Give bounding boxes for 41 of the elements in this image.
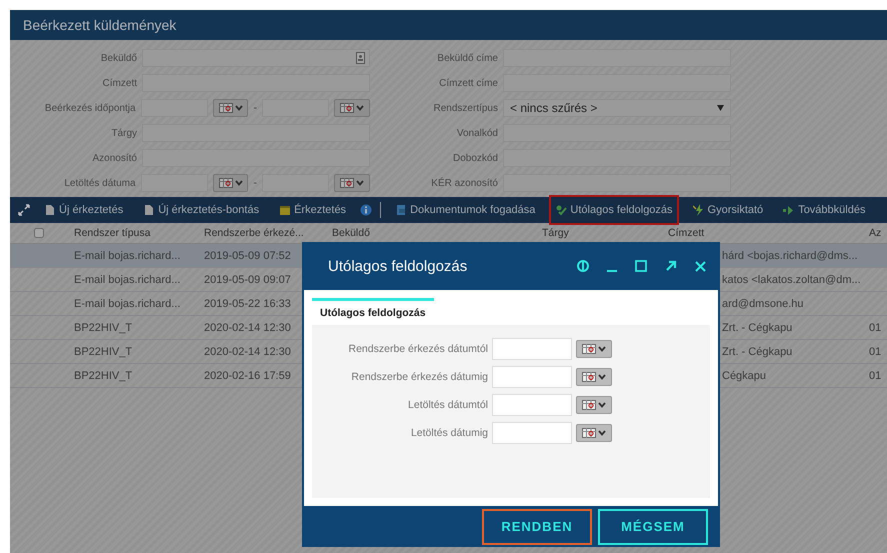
- table-cell-text: 2019-05-09 09:07: [203, 274, 292, 286]
- field-label: KÉR azonosító: [430, 178, 498, 188]
- table-cell-text: E-mail bojas.richard...: [73, 250, 182, 262]
- field-label: Rendszerbe érkezés dátumig: [350, 371, 488, 383]
- table-cell-text: 2019-05-09 07:52: [203, 250, 292, 262]
- window-title: Beérkezett küldemények: [23, 17, 176, 33]
- table-cell-text: 01: [868, 322, 882, 334]
- field-label: Tárgy: [110, 128, 137, 138]
- table-cell-text: BP22HIV_T: [73, 322, 134, 334]
- table-cell-text: 2020-02-16 17:59: [203, 370, 292, 382]
- table-cell-text: BP22HIV_T: [73, 346, 134, 358]
- table-cell-text: 2019-05-22 16:33: [203, 298, 292, 310]
- range-separator: -: [253, 102, 258, 114]
- field-label: Dobozkód: [452, 152, 498, 164]
- field-label: Beküldő címe: [436, 52, 498, 64]
- table-cell-text: E-mail bojas.richard...: [73, 274, 182, 286]
- field-label: Beküldő: [100, 52, 137, 64]
- range-separator: -: [253, 177, 258, 189]
- table-cell-text: ard@dmsone.hu: [722, 298, 804, 310]
- table-cell-text: BP22HIV_T: [73, 370, 134, 382]
- table-cell-text: katos <lakatos.zoltan@dm...: [722, 274, 862, 286]
- table-cell-text: 2020-02-14 12:30: [203, 346, 292, 358]
- field-label: Címzett címe: [438, 78, 498, 88]
- table-cell-text: 01: [868, 346, 882, 358]
- field-label: Vonalkód: [456, 128, 498, 138]
- field-label: Beérkezés időpontja: [44, 102, 136, 114]
- field-label: Letöltés dátuma: [63, 178, 136, 188]
- table-cell-text: hárd <bojas.richard@dms...: [722, 250, 859, 262]
- table-cell-text: 01: [868, 370, 882, 382]
- field-label: Azonosító: [92, 152, 137, 164]
- field-label: Letöltés dátumig: [410, 427, 488, 439]
- table-cell-text: E-mail bojas.richard...: [73, 298, 182, 310]
- field-label: Rendszerbe érkezés dátumtól: [348, 343, 488, 355]
- field-label: Letöltés dátumtól: [407, 399, 488, 411]
- table-cell-text: Zrt. - Cégkapu: [722, 346, 794, 358]
- dialog-title: Utólagos feldolgozás: [328, 258, 468, 274]
- table-cell-text: Cégkapu: [722, 370, 768, 382]
- table-cell-text: Zrt. - Cégkapu: [722, 322, 794, 334]
- table-cell-text: 2020-02-14 12:30: [203, 322, 292, 334]
- field-label: Rendszertípus: [432, 102, 498, 114]
- field-label: Címzett: [102, 78, 137, 88]
